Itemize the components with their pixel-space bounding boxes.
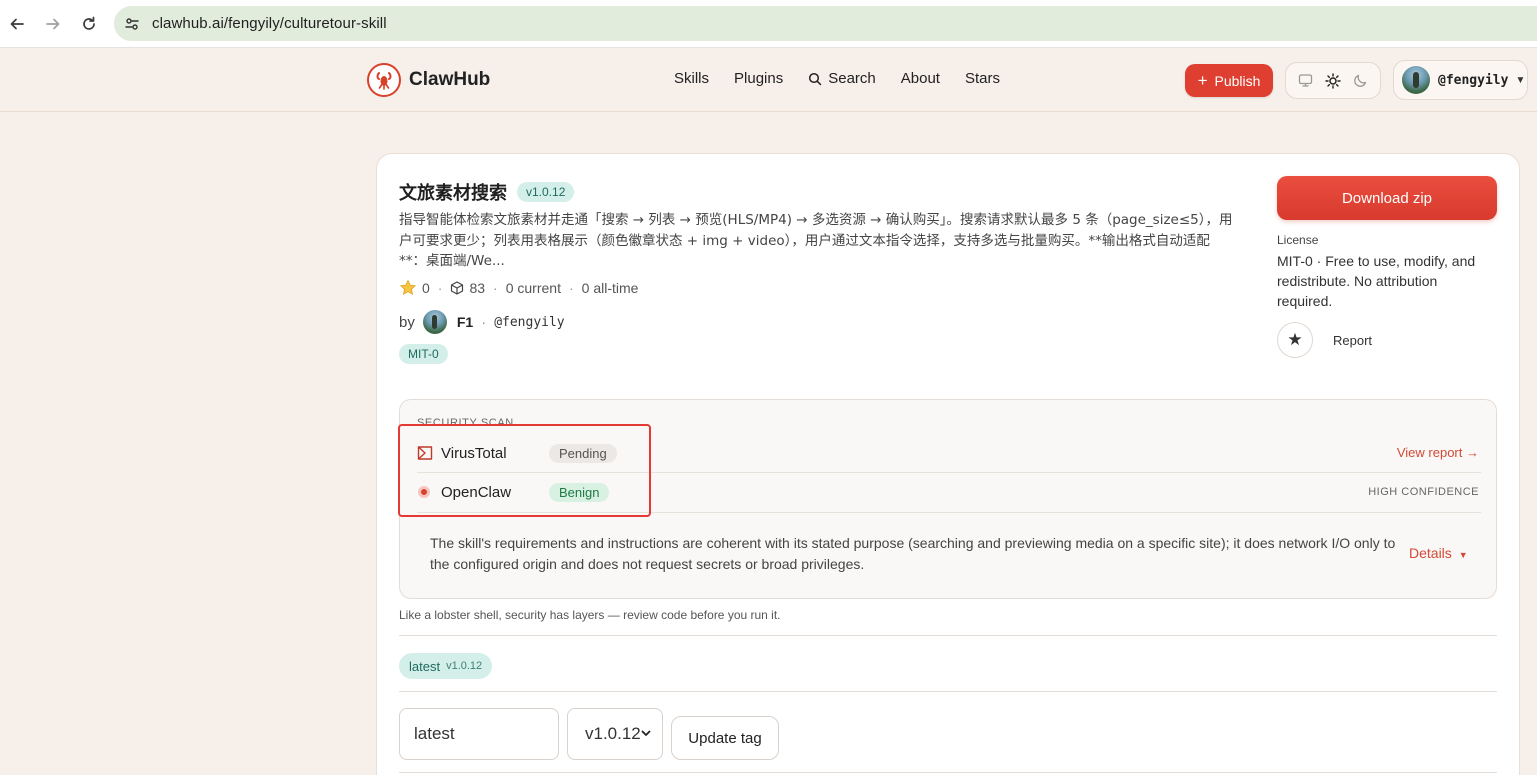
publish-label: Publish xyxy=(1214,72,1261,89)
publish-button[interactable]: + Publish xyxy=(1185,64,1273,97)
brand-name: ClawHub xyxy=(409,69,491,90)
nav-about[interactable]: About xyxy=(901,70,940,87)
divider xyxy=(399,635,1497,636)
virustotal-icon xyxy=(417,446,433,460)
all-time-installs: 0 all-time xyxy=(581,280,639,296)
monitor-icon[interactable] xyxy=(1294,69,1318,93)
lobster-logo-icon xyxy=(367,63,401,97)
reload-icon[interactable] xyxy=(77,12,101,36)
sun-icon[interactable] xyxy=(1321,69,1345,93)
moon-icon[interactable] xyxy=(1348,69,1372,93)
divider xyxy=(399,691,1497,692)
address-bar[interactable]: clawhub.ai/fengyily/culturetour-skill xyxy=(114,6,1537,41)
installs-count: 83 xyxy=(469,280,486,296)
skill-stats: 0 · 83 · 0 current · 0 all-time xyxy=(399,279,638,297)
star-icon xyxy=(399,279,417,297)
version-badge: v1.0.12 xyxy=(517,182,575,202)
nav-stars[interactable]: Stars xyxy=(965,70,1000,87)
chevron-down-icon xyxy=(641,730,651,736)
star-outline-icon: ★ xyxy=(1287,330,1303,349)
tag-name-input[interactable] xyxy=(399,708,559,760)
browser-toolbar: clawhub.ai/fengyily/culturetour-skill xyxy=(0,0,1537,48)
tag-badge: latest v1.0.12 xyxy=(399,653,493,679)
scan-row-virustotal: VirusTotal Pending xyxy=(417,434,617,472)
divider xyxy=(417,512,1481,513)
brand-link[interactable]: ClawHub xyxy=(367,63,490,97)
forward-arrow-icon[interactable] xyxy=(41,12,65,36)
license-badge: MIT-0 xyxy=(399,344,448,364)
back-arrow-icon[interactable] xyxy=(5,12,29,36)
status-badge-benign: Benign xyxy=(549,482,610,502)
scanner-name: OpenClaw xyxy=(441,483,512,501)
package-icon xyxy=(450,281,464,295)
site-header: ClawHub Skills Plugins Search About Star… xyxy=(0,48,1537,112)
update-tag-button[interactable]: Update tag xyxy=(671,716,779,760)
security-scan-panel: SECURITY SCAN VirusTotal Pending View re… xyxy=(399,399,1497,599)
divider xyxy=(399,772,1497,773)
version-select[interactable]: v1.0.12 xyxy=(567,708,663,760)
openclaw-icon xyxy=(418,486,430,498)
skill-card: 文旅素材搜索 v1.0.12 指导智能体检索文旅素材并走通「搜索 → 列表 → … xyxy=(376,153,1520,775)
scan-row-openclaw: OpenClaw Benign xyxy=(417,473,610,511)
caret-down-icon: ▼ xyxy=(1458,550,1468,560)
status-badge-pending: Pending xyxy=(549,443,617,463)
author-avatar xyxy=(422,310,447,334)
security-heading: SECURITY SCAN xyxy=(417,417,514,429)
nav-search-label: Search xyxy=(828,70,876,87)
plus-icon: + xyxy=(1197,71,1208,90)
download-zip-button[interactable]: Download zip xyxy=(1277,176,1497,220)
security-tagline: Like a lobster shell, security has layer… xyxy=(399,608,781,622)
stars-count: 0 xyxy=(422,280,430,296)
selected-version: v1.0.12 xyxy=(585,724,641,743)
report-link[interactable]: Report xyxy=(1333,333,1372,348)
user-menu[interactable]: @fengyily ▼ xyxy=(1393,60,1528,100)
author-name[interactable]: F1 xyxy=(457,314,473,330)
nav-skills[interactable]: Skills xyxy=(674,70,709,87)
caret-down-icon: ▼ xyxy=(1515,74,1526,86)
title-row: 文旅素材搜索 v1.0.12 xyxy=(399,179,575,205)
confidence-label: HIGH CONFIDENCE xyxy=(1368,486,1479,498)
view-report-link[interactable]: View report → xyxy=(1397,445,1479,460)
site-settings-icon[interactable] xyxy=(118,10,146,38)
main-nav: Skills Plugins Search About Stars xyxy=(674,70,1025,87)
author-handle[interactable]: @fengyily xyxy=(494,315,564,330)
nav-plugins[interactable]: Plugins xyxy=(734,70,783,87)
by-label: by xyxy=(399,313,415,331)
author-byline: by F1 · @fengyily xyxy=(399,310,565,334)
nav-search[interactable]: Search xyxy=(808,70,876,87)
details-label: Details xyxy=(1409,545,1452,561)
user-handle: @fengyily xyxy=(1438,72,1509,88)
license-label: License xyxy=(1277,233,1319,247)
star-button[interactable]: ★ xyxy=(1277,322,1313,358)
tag-name: latest xyxy=(409,658,441,674)
url-text: clawhub.ai/fengyily/culturetour-skill xyxy=(152,15,387,32)
search-icon xyxy=(809,72,822,85)
current-installs: 0 current xyxy=(505,280,561,296)
theme-toggle xyxy=(1285,62,1381,99)
tag-version: v1.0.12 xyxy=(446,660,483,672)
avatar xyxy=(1402,66,1430,94)
details-toggle[interactable]: Details ▼ xyxy=(1409,545,1468,561)
skill-description: 指导智能体检索文旅素材并走通「搜索 → 列表 → 预览(HLS/MP4) → 多… xyxy=(399,212,1233,269)
license-text: MIT-0 · Free to use, modify, and redistr… xyxy=(1277,253,1476,309)
scan-summary: The skill's requirements and instruction… xyxy=(430,535,1396,572)
scanner-name: VirusTotal xyxy=(441,444,507,462)
skill-title: 文旅素材搜索 xyxy=(399,183,507,204)
